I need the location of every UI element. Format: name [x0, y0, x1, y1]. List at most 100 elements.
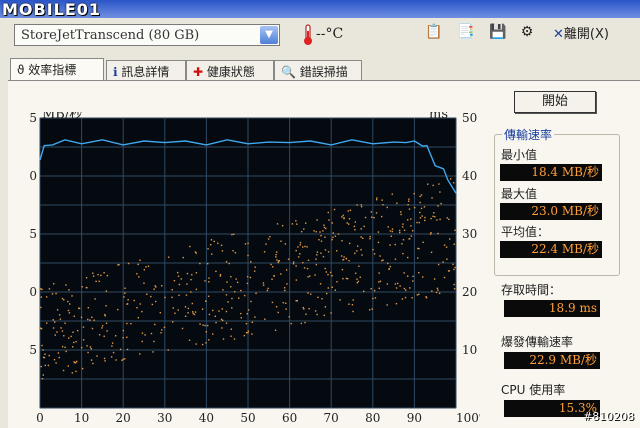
- access-time-point: [303, 267, 306, 269]
- access-time-point: [412, 230, 414, 232]
- access-time-point: [230, 286, 232, 288]
- access-time-point: [322, 255, 325, 258]
- access-time-point: [303, 228, 305, 230]
- access-time-point: [280, 240, 282, 242]
- access-time-point: [388, 268, 390, 270]
- access-time-point: [316, 251, 319, 253]
- access-time-point: [119, 348, 122, 351]
- access-time-point: [231, 307, 233, 309]
- access-time-point: [378, 287, 380, 290]
- access-time-point: [249, 276, 252, 279]
- tab-benchmark[interactable]: ϑ 效率指標: [10, 58, 104, 80]
- access-time-point: [408, 238, 410, 240]
- chevron-down-icon[interactable]: ▼: [260, 26, 278, 44]
- access-time-point: [453, 243, 455, 245]
- access-time-point: [98, 334, 101, 336]
- save-icon[interactable]: 💾: [487, 22, 509, 42]
- access-time-point: [71, 295, 73, 297]
- access-time-point: [85, 277, 88, 279]
- access-time-point: [40, 296, 43, 298]
- access-time-point: [122, 329, 125, 332]
- access-time-point: [430, 232, 432, 234]
- access-time-point: [433, 212, 435, 214]
- access-time-point: [161, 285, 163, 287]
- access-time-point: [219, 275, 222, 277]
- access-time-point: [41, 288, 43, 291]
- access-time-point: [427, 183, 429, 185]
- access-time-point: [395, 302, 398, 305]
- tab-error-scan[interactable]: 🔍 錯誤掃描: [274, 60, 362, 80]
- access-time-point: [454, 266, 456, 269]
- access-time-point: [377, 231, 380, 233]
- start-button[interactable]: 開始: [514, 91, 596, 113]
- access-time-point: [103, 357, 106, 360]
- access-time-point: [96, 355, 98, 357]
- access-time-point: [243, 334, 246, 337]
- access-time-point: [305, 313, 307, 315]
- access-time-point: [272, 266, 274, 268]
- access-time-point: [190, 278, 192, 281]
- access-time-point: [299, 241, 302, 244]
- access-time-point: [277, 311, 279, 314]
- access-time-point: [94, 298, 96, 300]
- access-time-point: [327, 273, 329, 276]
- access-time-label: 存取時間：: [501, 283, 562, 297]
- access-time-point: [275, 305, 278, 308]
- access-time-point: [316, 313, 318, 316]
- access-time-point: [396, 282, 399, 285]
- access-time-point: [398, 229, 401, 232]
- access-time-point: [276, 259, 278, 261]
- access-time-point: [127, 262, 130, 265]
- access-time-point: [408, 208, 411, 210]
- access-time-point: [227, 301, 229, 303]
- access-time-point: [187, 312, 189, 314]
- access-time-point: [85, 286, 88, 289]
- access-time-point: [281, 225, 284, 227]
- access-time-point: [407, 204, 409, 206]
- copy-icon[interactable]: 📋: [423, 22, 445, 42]
- access-time-point: [387, 226, 389, 228]
- access-time-point: [232, 249, 234, 252]
- access-time-point: [453, 268, 455, 271]
- options-icon[interactable]: ⚙: [516, 22, 538, 42]
- access-time-point: [275, 253, 277, 256]
- access-time-point: [240, 312, 242, 315]
- access-time-point: [335, 250, 338, 252]
- access-time-point: [342, 259, 344, 261]
- access-time-point: [280, 273, 282, 275]
- access-time-point: [454, 229, 456, 232]
- access-time-point: [343, 217, 345, 219]
- access-time-point: [92, 362, 94, 365]
- access-time-point: [295, 279, 298, 281]
- info-icon: ℹ: [113, 65, 118, 79]
- exit-button[interactable]: ✕離開(X): [553, 23, 609, 42]
- tab-info[interactable]: ℹ 訊息詳情: [106, 60, 186, 80]
- access-time-point: [431, 290, 433, 292]
- access-time-point: [407, 219, 409, 221]
- x-tick-label: 70: [324, 411, 339, 425]
- access-time-point: [326, 292, 328, 295]
- access-time-point: [408, 198, 410, 200]
- access-time-point: [56, 309, 59, 311]
- access-time-point: [123, 296, 125, 298]
- access-time-point: [327, 251, 330, 253]
- access-time-point: [327, 211, 330, 214]
- drive-select[interactable]: StoreJetTranscend (80 GB) ▼: [14, 24, 280, 46]
- access-time-point: [114, 335, 117, 337]
- access-time-point: [61, 297, 64, 300]
- access-time-point: [435, 291, 438, 294]
- access-time-point: [439, 191, 441, 193]
- access-time-point: [189, 245, 191, 248]
- access-time-point: [59, 318, 62, 320]
- tab-health[interactable]: ✚ 健康狀態: [186, 60, 274, 80]
- access-time-point: [381, 199, 383, 201]
- access-time-point: [424, 216, 426, 219]
- access-time-point: [172, 307, 174, 309]
- access-time-point: [331, 238, 333, 241]
- access-time-point: [194, 251, 197, 253]
- access-time-point: [453, 283, 455, 286]
- access-time-point: [404, 296, 407, 299]
- copy-text-icon[interactable]: 📑: [455, 22, 477, 42]
- access-time-point: [287, 258, 290, 260]
- access-time-point: [319, 283, 322, 285]
